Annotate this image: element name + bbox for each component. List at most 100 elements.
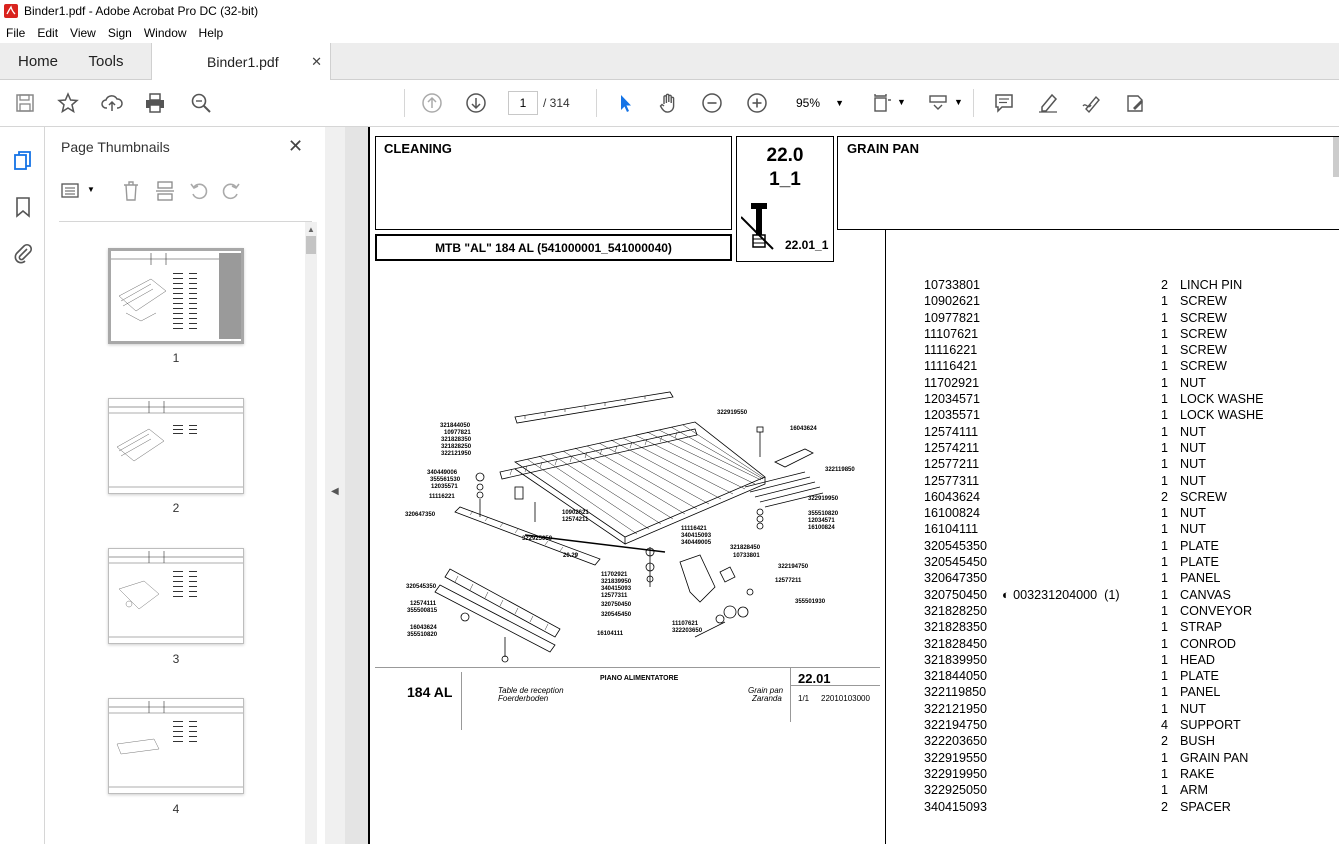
- part-quantity: 1: [1161, 603, 1169, 618]
- svg-text:10733801: 10733801: [733, 553, 760, 559]
- menu-view[interactable]: View: [64, 26, 102, 40]
- svg-text:321839950: 321839950: [601, 579, 632, 585]
- insert-page-icon[interactable]: [155, 180, 175, 202]
- svg-text:322194750: 322194750: [778, 564, 809, 570]
- part-quantity: 1: [1161, 669, 1169, 684]
- hand-tool-icon[interactable]: [656, 91, 680, 115]
- menu-window[interactable]: Window: [138, 26, 193, 40]
- previous-page-icon[interactable]: [420, 91, 444, 115]
- page-thumbnails-icon[interactable]: [11, 149, 35, 173]
- close-icon[interactable]: ✕: [288, 136, 303, 157]
- svg-text:320750450: 320750450: [601, 602, 632, 608]
- svg-text:12574111: 12574111: [410, 601, 437, 607]
- page-thumbnail-label: 1: [172, 351, 180, 365]
- part-quantity: 1: [1161, 636, 1169, 651]
- star-icon[interactable]: [56, 91, 80, 115]
- highlight-pen-icon[interactable]: [1036, 91, 1060, 115]
- code-box: 22.0 1_1 22.01_1: [736, 136, 834, 262]
- fill-sign-icon[interactable]: [1123, 91, 1147, 115]
- part-quantity: 1: [1161, 571, 1169, 586]
- group-title-box: GRAIN PAN: [837, 136, 1339, 230]
- menu-edit[interactable]: Edit: [31, 26, 64, 40]
- part-description: SCREW: [1180, 310, 1227, 325]
- trash-icon[interactable]: [121, 180, 141, 202]
- drawing-code: 22.01: [798, 671, 831, 686]
- part-quantity: 1: [1161, 310, 1169, 325]
- menu-bar: File Edit View Sign Window Help: [0, 22, 1339, 43]
- scrollbar-thumb[interactable]: [306, 236, 316, 254]
- svg-text:355500815: 355500815: [407, 608, 438, 614]
- close-tab-icon[interactable]: ✕: [311, 54, 322, 70]
- thumbnail-preview: [109, 401, 243, 488]
- model-title: MTB "AL" 184 AL (541000001_541000040): [435, 241, 672, 255]
- part-description: SCREW: [1180, 343, 1227, 358]
- chevron-down-icon[interactable]: ▼: [954, 97, 963, 107]
- part-number: 322119850: [924, 685, 987, 700]
- part-quantity: 2: [1161, 278, 1169, 292]
- svg-text:20.29: 20.29: [563, 553, 579, 559]
- svg-text:10902621: 10902621: [562, 510, 589, 516]
- rotate-left-icon[interactable]: [189, 181, 209, 201]
- part-number: 320750450: [924, 587, 988, 602]
- menu-help[interactable]: Help: [193, 26, 230, 40]
- part-replacement-number: 003231204000 (1): [1013, 587, 1120, 602]
- select-cursor-icon[interactable]: [613, 91, 637, 115]
- window-title: Binder1.pdf - Adobe Acrobat Pro DC (32-b…: [24, 4, 259, 18]
- svg-text:16043624: 16043624: [790, 426, 817, 432]
- document-scrollbar[interactable]: [1333, 137, 1339, 177]
- bookmark-icon[interactable]: [11, 195, 35, 219]
- page-thumbnail-1[interactable]: [108, 248, 244, 344]
- part-description: CONROD: [1180, 636, 1236, 651]
- part-quantity: 1: [1161, 392, 1169, 407]
- scroll-up-icon[interactable]: ▲: [307, 225, 315, 234]
- panel-divider: [59, 221, 312, 222]
- scroll-mode-icon[interactable]: [926, 91, 950, 115]
- thumbnail-scrollbar[interactable]: [305, 222, 317, 844]
- tab-document[interactable]: Binder1.pdf ✕: [151, 43, 331, 81]
- drawing-model: 184 AL: [407, 684, 453, 700]
- drawing-number: 22010103000: [821, 694, 870, 703]
- rotate-right-icon[interactable]: [221, 181, 241, 201]
- zoom-select[interactable]: 95% ▼: [786, 91, 852, 115]
- page-number-input[interactable]: 1: [508, 91, 538, 115]
- chevron-down-icon[interactable]: ▼: [87, 185, 95, 194]
- options-menu-icon[interactable]: [61, 181, 83, 201]
- zoom-out-icon[interactable]: [700, 91, 724, 115]
- tab-tools[interactable]: Tools: [76, 43, 136, 80]
- page-thumbnail-4[interactable]: [108, 698, 244, 794]
- part-description: NUT: [1180, 375, 1206, 390]
- part-description: NUT: [1180, 457, 1206, 472]
- tab-home[interactable]: Home: [0, 43, 76, 80]
- comment-icon[interactable]: [992, 91, 1016, 115]
- part-quantity: 1: [1161, 685, 1169, 700]
- save-icon[interactable]: [13, 91, 37, 115]
- menu-file[interactable]: File: [0, 26, 31, 40]
- reference-code: 22.01_1: [785, 238, 829, 252]
- cloud-upload-icon[interactable]: [100, 91, 124, 115]
- print-icon[interactable]: [143, 91, 167, 115]
- part-number: 340415093: [924, 799, 988, 814]
- part-description: SCREW: [1180, 294, 1227, 309]
- svg-text:322119850: 322119850: [825, 467, 855, 473]
- svg-text:12035571: 12035571: [431, 484, 458, 490]
- zoom-search-icon[interactable]: [189, 91, 213, 115]
- tab-bar: Home Tools Binder1.pdf ✕: [0, 43, 1339, 81]
- next-page-icon[interactable]: [464, 91, 488, 115]
- page-thumbnail-2[interactable]: [108, 398, 244, 494]
- part-quantity: 1: [1161, 457, 1169, 472]
- draw-signature-icon[interactable]: [1080, 91, 1104, 115]
- collapse-panel-icon[interactable]: ◀: [331, 486, 339, 497]
- attachment-icon[interactable]: [11, 241, 35, 265]
- page-thumbnail-3[interactable]: [108, 548, 244, 644]
- zoom-in-icon[interactable]: [745, 91, 769, 115]
- svg-text:340449006: 340449006: [427, 470, 458, 476]
- part-number: 12577311: [924, 473, 980, 488]
- chevron-down-icon[interactable]: ▼: [897, 97, 906, 107]
- fit-page-icon[interactable]: [870, 91, 894, 115]
- menu-sign[interactable]: Sign: [102, 26, 138, 40]
- svg-text:12574211: 12574211: [562, 517, 589, 523]
- part-number: 16043624: [924, 489, 981, 504]
- svg-text:11116221: 11116221: [429, 494, 455, 500]
- part-description: PANEL: [1180, 685, 1221, 700]
- section-box: CLEANING: [375, 136, 732, 230]
